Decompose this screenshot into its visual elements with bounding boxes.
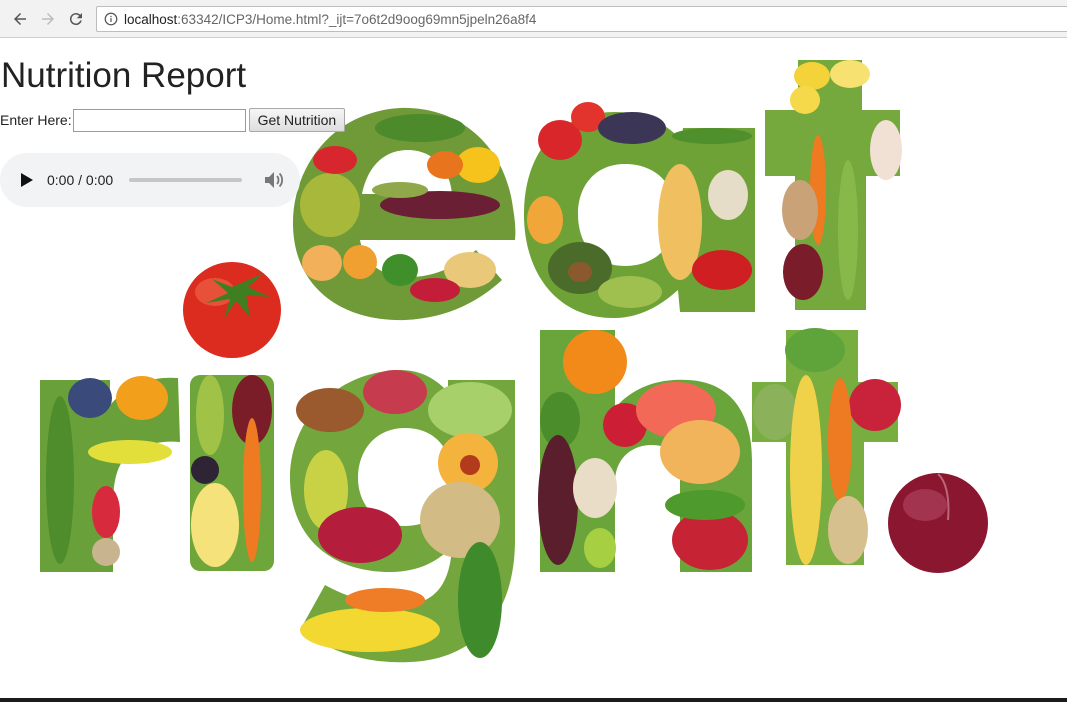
get-nutrition-button[interactable]: Get Nutrition	[248, 108, 346, 132]
audio-progress-slider[interactable]	[129, 178, 243, 182]
letter-i-image	[190, 375, 274, 571]
bottom-edge	[0, 698, 1067, 702]
page-title: Nutrition Report	[1, 56, 247, 95]
audio-time: 0:00 / 0:00	[47, 172, 114, 188]
onion-image	[888, 473, 988, 573]
letter-a-image	[523, 102, 755, 318]
input-label: Enter Here:	[0, 112, 72, 128]
play-icon[interactable]	[20, 172, 34, 188]
volume-icon[interactable]	[264, 171, 284, 189]
letter-g-image	[290, 370, 515, 663]
letter-h-image	[538, 330, 752, 572]
letter-t-image	[765, 60, 902, 310]
letter-t2-image	[752, 328, 901, 565]
tomato-image	[183, 262, 281, 358]
nutrition-form: Enter Here: Get Nutrition	[0, 107, 346, 133]
eat-right-image	[40, 60, 988, 663]
audio-player: 0:00 / 0:00	[0, 153, 300, 207]
letter-r-image	[40, 376, 180, 572]
food-input[interactable]	[72, 108, 246, 132]
letter-e-image	[292, 107, 516, 321]
